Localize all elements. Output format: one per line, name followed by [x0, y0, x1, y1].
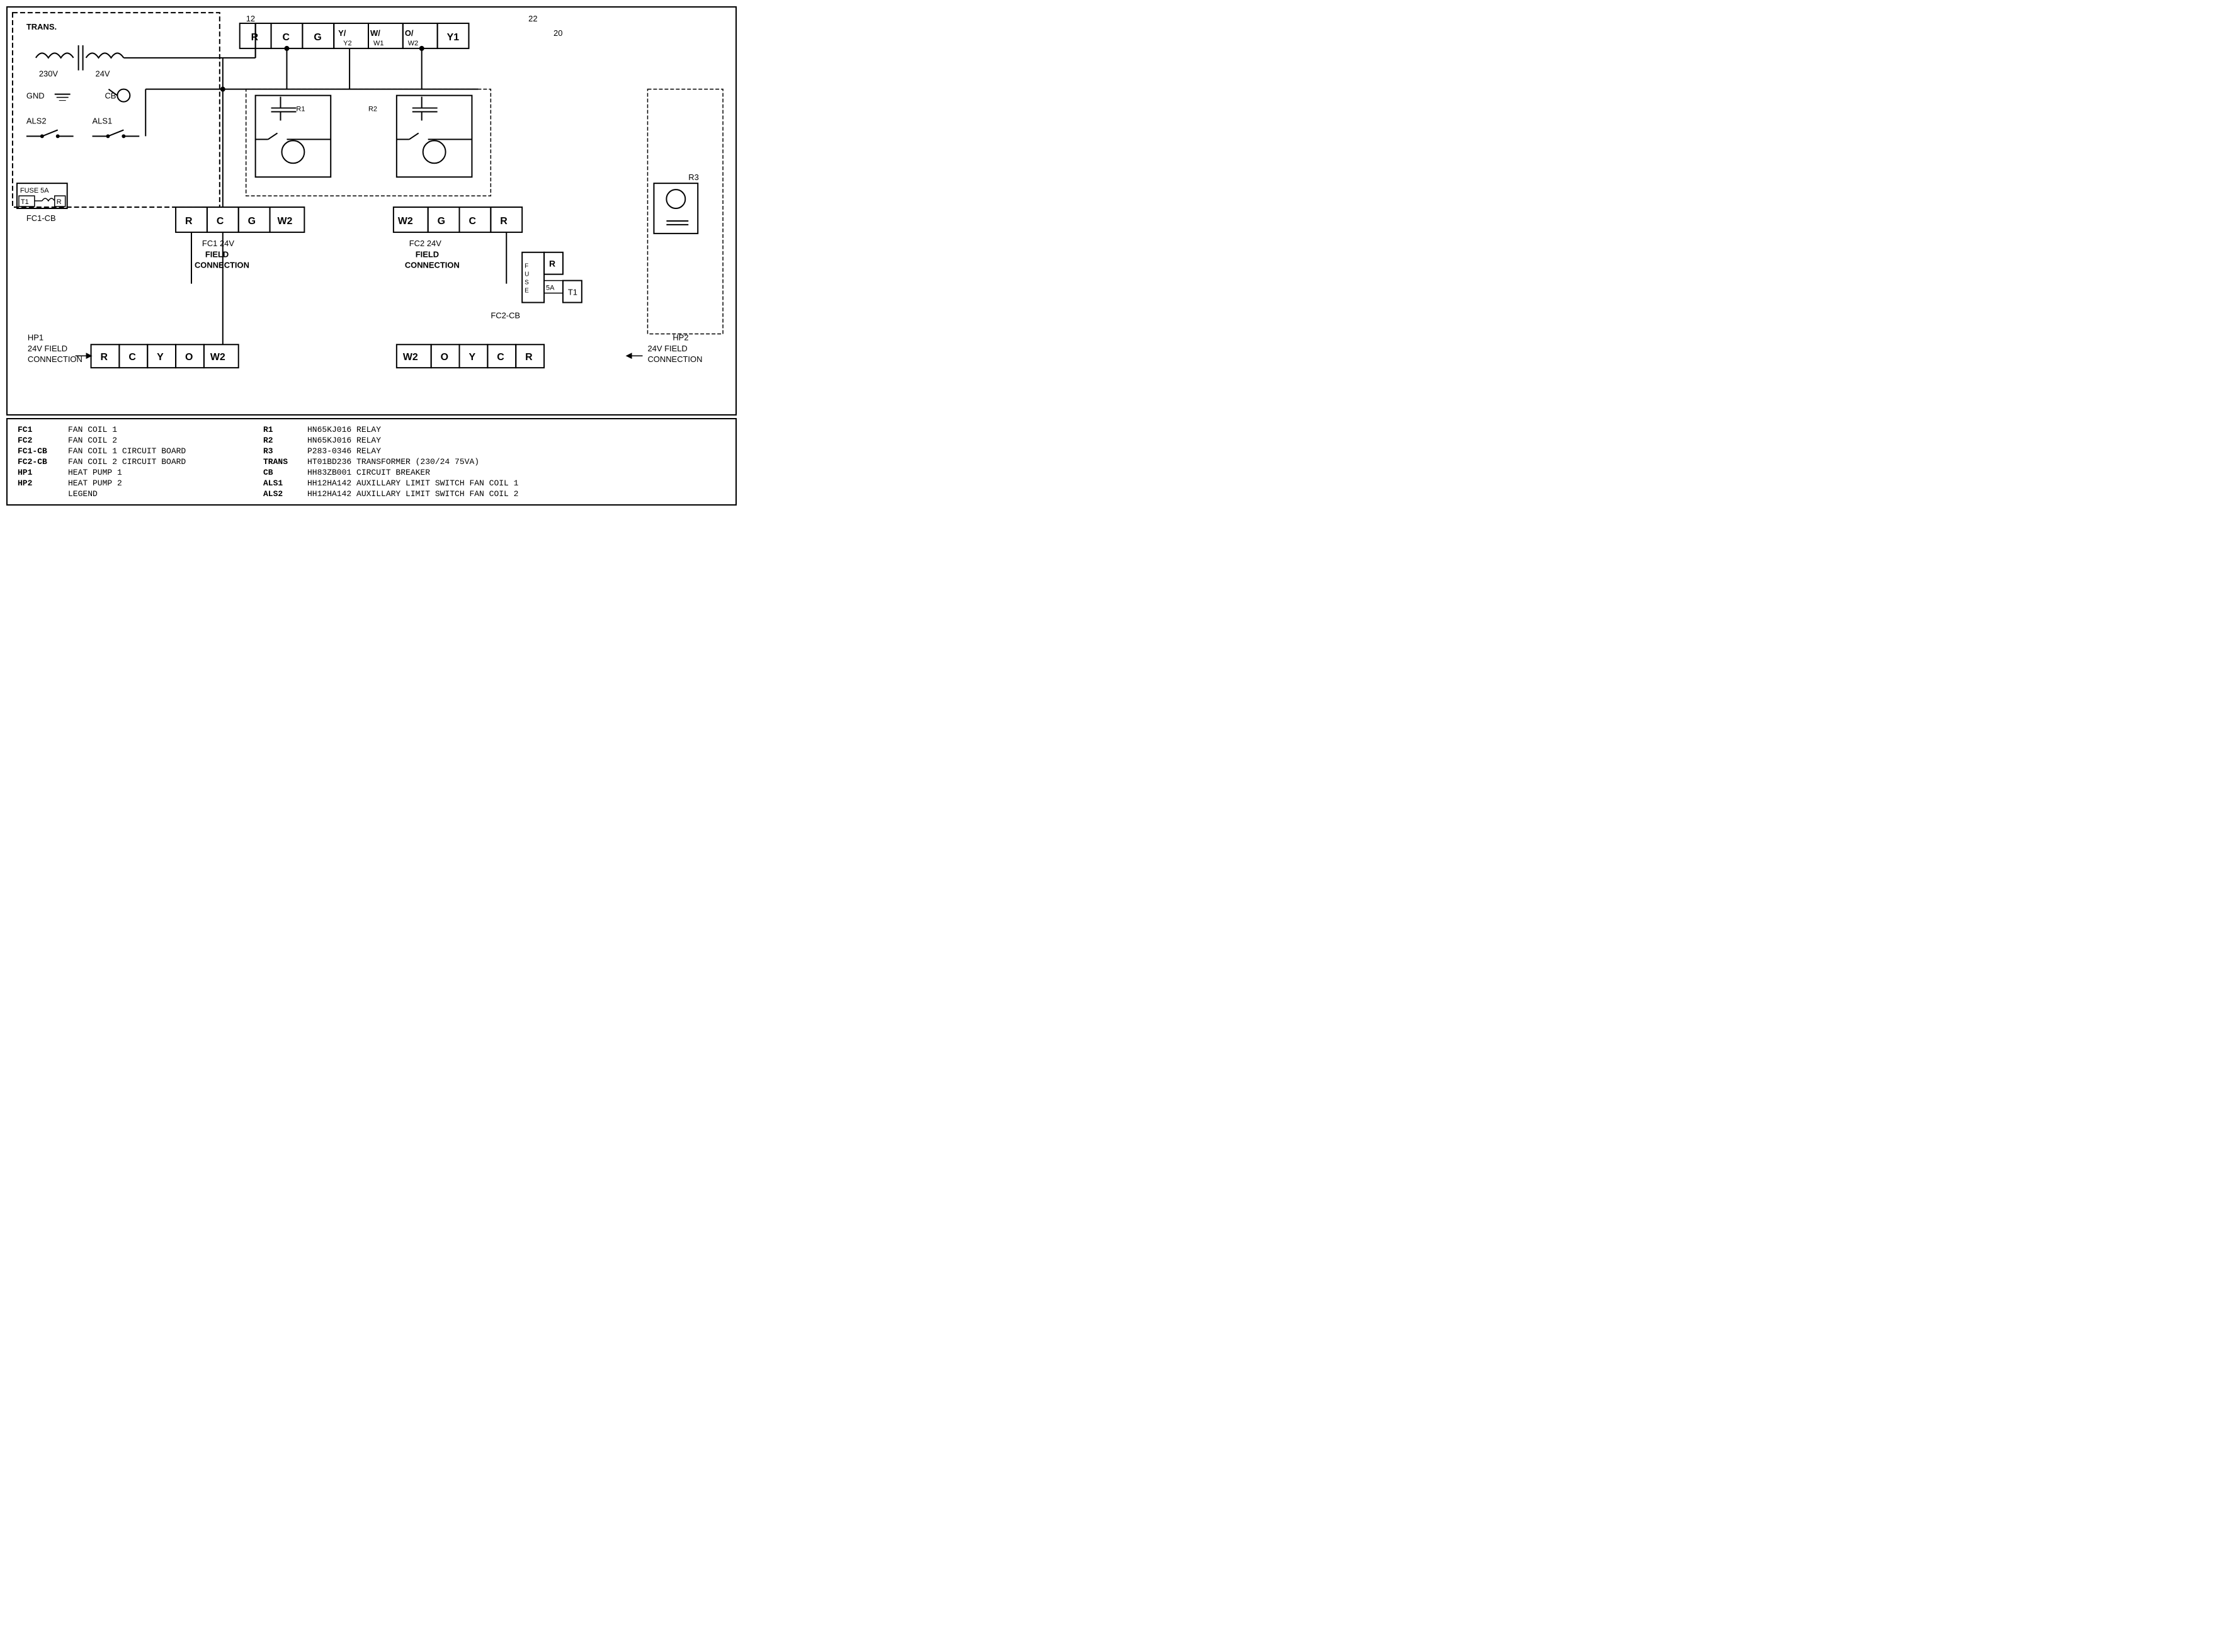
svg-text:O/: O/ — [405, 28, 414, 38]
svg-text:R: R — [525, 352, 533, 363]
svg-text:Y2: Y2 — [343, 40, 351, 47]
svg-text:W1: W1 — [373, 40, 383, 47]
svg-text:24V: 24V — [96, 69, 110, 79]
svg-text:W2: W2 — [210, 352, 225, 363]
svg-text:W2: W2 — [408, 40, 418, 47]
svg-text:FUSE 5A: FUSE 5A — [20, 187, 49, 195]
legend-left-code: HP2 — [15, 478, 65, 489]
legend-right-code: R1 — [261, 424, 305, 435]
svg-text:C: C — [128, 352, 136, 363]
num20-label: 20 — [553, 28, 562, 38]
svg-text:CB: CB — [105, 91, 116, 101]
svg-text:R3: R3 — [688, 173, 699, 182]
svg-text:ALS2: ALS2 — [26, 116, 47, 125]
svg-text:R1: R1 — [296, 106, 305, 113]
svg-text:CONNECTION: CONNECTION — [405, 261, 460, 270]
svg-text:HP1: HP1 — [28, 332, 43, 342]
svg-text:Y: Y — [468, 352, 475, 363]
legend-left-code: FC2 — [15, 435, 65, 446]
svg-text:24V FIELD: 24V FIELD — [28, 344, 67, 353]
legend-right-desc: HN65KJ016 RELAY — [305, 424, 728, 435]
legend-left-code: FC2-CB — [15, 456, 65, 467]
svg-text:FIELD: FIELD — [205, 250, 229, 259]
svg-text:E: E — [525, 288, 529, 295]
svg-text:R: R — [57, 198, 62, 206]
svg-text:O: O — [185, 352, 193, 363]
svg-text:G: G — [314, 32, 321, 43]
legend-table: FC1FAN COIL 1 R1HN65KJ016 RELAY FC2FAN COI… — [15, 424, 728, 499]
legend-right-code: ALS1 — [261, 478, 305, 489]
legend-right-code: CB — [261, 467, 305, 478]
legend-left-code: FC1-CB — [15, 446, 65, 456]
svg-text:FC1 24V: FC1 24V — [202, 239, 234, 248]
legend-left-desc: FAN COIL 2 — [65, 435, 242, 446]
svg-text:C: C — [497, 352, 504, 363]
num12-label: 12 — [246, 14, 255, 23]
svg-text:W2: W2 — [278, 216, 293, 227]
legend-right-code: TRANS — [261, 456, 305, 467]
legend-left-code: FC1 — [15, 424, 65, 435]
main-container: TRANS. 230V 24V GND CB — [0, 0, 743, 551]
svg-text:CONNECTION: CONNECTION — [647, 354, 702, 364]
svg-text:Y1: Y1 — [447, 32, 460, 43]
legend-right-code: R2 — [261, 435, 305, 446]
svg-text:R: R — [549, 259, 555, 269]
legend-left-desc: LEGEND — [65, 489, 242, 499]
svg-text:R2: R2 — [368, 106, 377, 113]
legend-left-desc: FAN COIL 1 CIRCUIT BOARD — [65, 446, 242, 456]
legend-right-desc: P283-0346 RELAY — [305, 446, 728, 456]
svg-text:5A: 5A — [546, 285, 555, 292]
svg-text:W2: W2 — [403, 352, 418, 363]
svg-text:FIELD: FIELD — [416, 250, 439, 259]
legend-left-desc: HEAT PUMP 1 — [65, 467, 242, 478]
svg-text:C: C — [282, 32, 290, 43]
svg-text:FC2-CB: FC2-CB — [491, 310, 520, 320]
svg-text:CONNECTION: CONNECTION — [28, 354, 82, 364]
svg-text:HP2: HP2 — [673, 332, 688, 342]
legend-left-desc: FAN COIL 1 — [65, 424, 242, 435]
legend-right-desc: HH83ZB001 CIRCUIT BREAKER — [305, 467, 728, 478]
svg-text:C: C — [217, 216, 224, 227]
legend-left-code — [15, 489, 65, 499]
svg-text:GND: GND — [26, 91, 45, 101]
diagram-area: TRANS. 230V 24V GND CB — [6, 6, 737, 416]
svg-text:C: C — [468, 216, 476, 227]
legend-right-desc: HN65KJ016 RELAY — [305, 435, 728, 446]
svg-text:W2: W2 — [398, 216, 413, 227]
legend-left-code: HP1 — [15, 467, 65, 478]
svg-text:T1: T1 — [568, 288, 577, 297]
legend-left-desc: FAN COIL 2 CIRCUIT BOARD — [65, 456, 242, 467]
svg-text:24V FIELD: 24V FIELD — [647, 344, 687, 353]
svg-text:G: G — [248, 216, 256, 227]
svg-text:R: R — [100, 352, 108, 363]
svg-text:Y/: Y/ — [338, 28, 346, 38]
legend-right-code: R3 — [261, 446, 305, 456]
svg-text:R: R — [185, 216, 193, 227]
svg-text:T1: T1 — [21, 198, 29, 206]
svg-text:ALS1: ALS1 — [93, 116, 113, 125]
svg-text:CONNECTION: CONNECTION — [195, 261, 249, 270]
svg-text:W/: W/ — [370, 28, 380, 38]
legend-left-desc: HEAT PUMP 2 — [65, 478, 242, 489]
trans-label: TRANS. — [26, 22, 57, 31]
num22-label: 22 — [528, 14, 537, 23]
svg-text:FC2 24V: FC2 24V — [409, 239, 441, 248]
svg-text:R: R — [500, 216, 508, 227]
svg-text:O: O — [441, 352, 448, 363]
svg-text:F: F — [525, 263, 528, 270]
svg-text:S: S — [525, 280, 529, 286]
legend-right-desc: HH12HA142 AUXILLARY LIMIT SWITCH FAN COI… — [305, 478, 728, 489]
svg-text:U: U — [525, 271, 529, 278]
svg-text:FC1-CB: FC1-CB — [26, 213, 56, 223]
svg-text:Y: Y — [157, 352, 164, 363]
legend-right-desc: HH12HA142 AUXILLARY LIMIT SWITCH FAN COI… — [305, 489, 728, 499]
legend-right-code: ALS2 — [261, 489, 305, 499]
legend-area: FC1FAN COIL 1 R1HN65KJ016 RELAY FC2FAN COI… — [6, 418, 737, 506]
svg-text:230V: 230V — [39, 69, 59, 79]
svg-text:G: G — [438, 216, 445, 227]
legend-right-desc: HT01BD236 TRANSFORMER (230/24 75VA) — [305, 456, 728, 467]
